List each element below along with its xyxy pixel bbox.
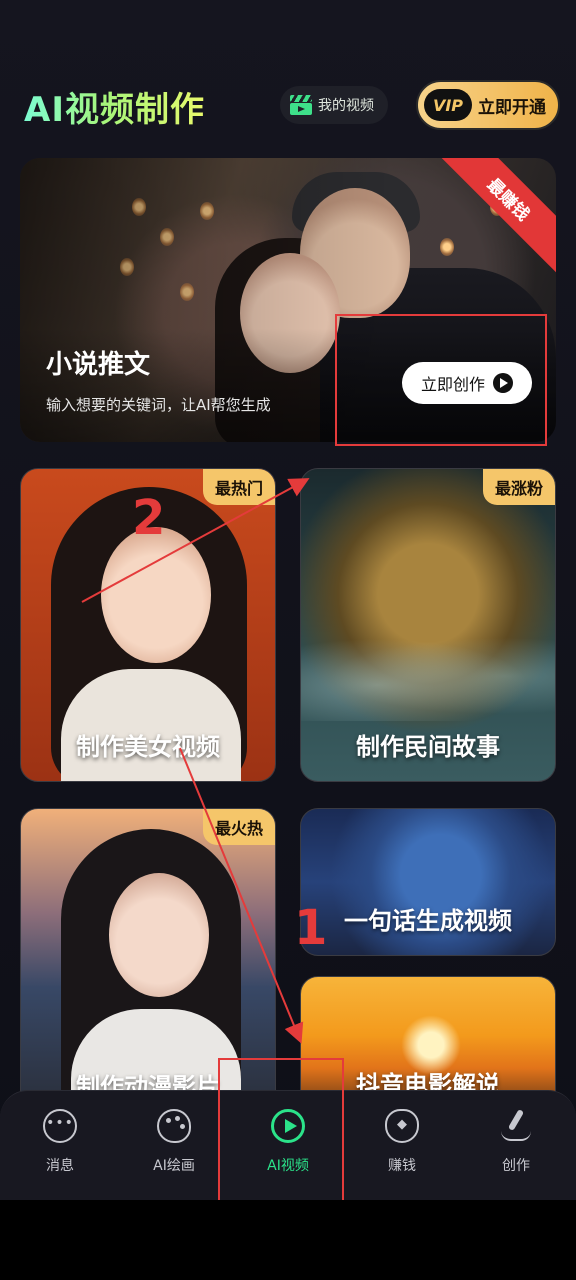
nav-label: AI绘画 <box>153 1158 195 1174</box>
palette-icon <box>157 1109 191 1143</box>
clapperboard-icon <box>290 95 312 115</box>
vip-activate-button[interactable]: VIP 立即开通 <box>416 80 560 130</box>
card-illustration-dragon <box>301 631 555 721</box>
card-label: 制作民间故事 <box>356 733 500 761</box>
annotation-box-nav <box>218 1058 344 1200</box>
annotation-box-cta <box>335 314 547 446</box>
app-screen: AI视频制作 我的视频 VIP 立即开通 最赚钱 小说推文 输入想要的关键词，让… <box>0 0 576 1200</box>
annotation-number-1: 1 <box>294 900 328 956</box>
vip-badge: VIP <box>424 89 472 121</box>
nav-item-create[interactable]: 创作 <box>459 1109 573 1189</box>
header: AI视频制作 我的视频 VIP 立即开通 <box>0 72 576 136</box>
annotation-number-2: 2 <box>132 490 166 546</box>
page-title: AI视频制作 <box>24 82 205 131</box>
my-video-button[interactable]: 我的视频 <box>280 86 388 124</box>
card-illustration-anime-girl <box>109 873 209 997</box>
chat-bubble-icon <box>43 1109 77 1143</box>
card-folk-story[interactable]: 最涨粉 制作民间故事 <box>300 468 556 782</box>
status-badge: 最火热 <box>202 809 275 845</box>
nav-label: 赚钱 <box>388 1158 416 1174</box>
my-video-label: 我的视频 <box>318 98 374 114</box>
card-label: 制作美女视频 <box>76 733 220 761</box>
hero-subtitle: 输入想要的关键词，让AI帮您生成 <box>46 396 271 414</box>
money-bag-icon <box>385 1109 419 1143</box>
nav-item-ai-drawing[interactable]: AI绘画 <box>117 1109 231 1189</box>
status-badge: 最热门 <box>202 469 275 505</box>
hero-title: 小说推文 <box>46 350 151 380</box>
brush-icon <box>499 1109 533 1143</box>
nav-label: 创作 <box>502 1158 530 1174</box>
nav-label: 消息 <box>46 1158 74 1174</box>
system-bottom-bar <box>0 1200 576 1280</box>
status-badge: 最涨粉 <box>482 469 555 505</box>
card-sentence-to-video[interactable]: 一句话生成视频 <box>300 808 556 956</box>
card-label: 一句话生成视频 <box>344 907 512 935</box>
nav-item-messages[interactable]: 消息 <box>3 1109 117 1189</box>
card-illustration-girl <box>101 527 211 663</box>
vip-activate-label: 立即开通 <box>478 97 546 118</box>
nav-item-earn[interactable]: 赚钱 <box>345 1109 459 1189</box>
